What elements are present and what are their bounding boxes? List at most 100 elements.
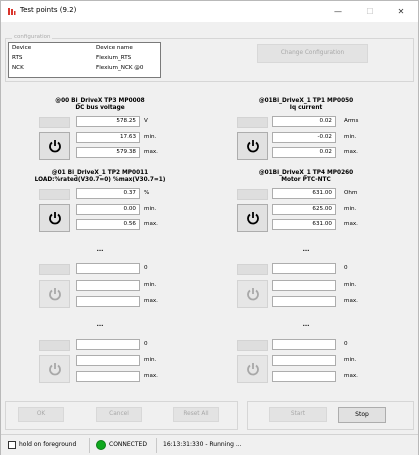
panel-4-power-button[interactable] bbox=[237, 204, 268, 232]
panel-4-title: @01Bi_DriveX_1 TP4 MP0260 bbox=[258, 170, 354, 176]
panel-2-unit: Arms bbox=[344, 118, 359, 124]
panel-7-min-label: min. bbox=[144, 357, 157, 363]
panel-3-subtitle: LOAD:%rated(V30.7=0) %max(V30.7=1) bbox=[34, 177, 166, 183]
panel-2-max-label: max. bbox=[344, 149, 358, 155]
panel-3-unit: % bbox=[144, 190, 150, 196]
panel-1-unit: V bbox=[144, 118, 148, 124]
configuration-group-label: configuration bbox=[12, 34, 53, 40]
panel-2-reset-button bbox=[237, 117, 268, 128]
panel-5-max-label: max. bbox=[144, 298, 158, 304]
panel-2-title: @01Bi_DriveX_1 TP1 MP0050 bbox=[258, 98, 354, 104]
panel-6-min-label: min. bbox=[344, 282, 357, 288]
panel-7-value bbox=[76, 339, 140, 350]
panel-5-min-label: min. bbox=[144, 282, 157, 288]
panel-7-title: ... bbox=[96, 321, 104, 328]
panel-6-title: ... bbox=[302, 246, 310, 253]
panel-1-title: @00 Bi_DriveX TP3 MP0008 bbox=[55, 98, 145, 104]
change-configuration-button: Change Configuration bbox=[257, 44, 368, 63]
panel-3-min-value: 0.00 bbox=[76, 204, 140, 215]
hold-on-foreground-checkbox[interactable] bbox=[8, 441, 16, 449]
test-points-window: Test points (9.2) — ☐ ✕ configuration De… bbox=[0, 0, 419, 455]
panel-2-value: 0.02 bbox=[272, 116, 336, 127]
panel-2-min-label: min. bbox=[344, 134, 357, 140]
device-name-cell: Flexium_NCK @0 bbox=[96, 65, 144, 71]
panel-3-power-button[interactable] bbox=[39, 204, 70, 232]
title-bar[interactable]: Test points (9.2) — ☐ ✕ bbox=[1, 1, 418, 22]
power-icon bbox=[49, 288, 61, 301]
panel-7-power-button bbox=[39, 355, 70, 383]
power-icon bbox=[247, 363, 259, 376]
status-separator bbox=[156, 438, 157, 453]
panel-3-reset-button bbox=[39, 189, 70, 200]
start-button: Start bbox=[269, 407, 327, 422]
window-title: Test points (9.2) bbox=[20, 6, 77, 14]
stop-button[interactable]: Stop bbox=[338, 407, 386, 423]
panel-1-subtitle: DC bus voltage bbox=[75, 105, 125, 111]
panel-4-unit: Ohm bbox=[344, 190, 358, 196]
hold-on-foreground-label: hold on foreground bbox=[19, 441, 77, 448]
panel-5-title: ... bbox=[96, 246, 104, 253]
panel-6-reset-button bbox=[237, 264, 268, 275]
panel-8-reset-button bbox=[237, 340, 268, 351]
panel-7-max-value bbox=[76, 371, 140, 382]
power-icon bbox=[49, 363, 61, 376]
cancel-button: Cancel bbox=[96, 407, 142, 422]
maximize-button: ☐ bbox=[366, 7, 374, 16]
panel-8-min-label: min. bbox=[344, 357, 357, 363]
panel-3-max-value: 0.56 bbox=[76, 219, 140, 230]
panel-8-value bbox=[272, 339, 336, 350]
power-icon bbox=[247, 288, 259, 301]
panel-8-max-value bbox=[272, 371, 336, 382]
ok-button: OK bbox=[18, 407, 64, 422]
device-name-column-header: Device name bbox=[96, 45, 133, 51]
device-list[interactable]: Device Device name RTS Flexium_RTS NCK F… bbox=[8, 42, 161, 78]
panel-7-reset-button bbox=[39, 340, 70, 351]
panel-5-reset-button bbox=[39, 264, 70, 275]
panel-2-max-value: 0.02 bbox=[272, 147, 336, 158]
panel-1-max-value: 579.38 bbox=[76, 147, 140, 158]
panel-6-max-label: max. bbox=[344, 298, 358, 304]
panel-7-min-value bbox=[76, 355, 140, 366]
panel-5-max-value bbox=[76, 296, 140, 307]
panel-8-power-button bbox=[237, 355, 268, 383]
device-cell: NCK bbox=[12, 65, 24, 71]
close-button[interactable]: ✕ bbox=[385, 1, 417, 22]
panel-3-title: @01 Bi_DriveX_1 TP2 MP0011 bbox=[51, 170, 149, 176]
panel-1-max-label: max. bbox=[144, 149, 158, 155]
panel-1-min-value: 17.63 bbox=[76, 132, 140, 143]
panel-4-value: 631.00 bbox=[272, 188, 336, 199]
panel-7-unit: 0 bbox=[144, 341, 148, 347]
test-points-app-icon bbox=[7, 7, 16, 16]
panel-3-value: 0.37 bbox=[76, 188, 140, 199]
panel-5-value bbox=[76, 263, 140, 274]
panel-4-subtitle: Motor PTC-NTC bbox=[281, 177, 331, 183]
power-icon bbox=[49, 212, 61, 225]
panel-1-reset-button bbox=[39, 117, 70, 128]
panel-8-title: ... bbox=[302, 321, 310, 328]
connection-status-text: CONNECTED bbox=[109, 441, 147, 448]
power-icon bbox=[49, 140, 61, 153]
power-icon bbox=[247, 140, 259, 153]
panel-2-power-button[interactable] bbox=[237, 132, 268, 160]
device-column-header: Device bbox=[12, 45, 32, 51]
status-separator bbox=[89, 438, 90, 453]
panel-5-unit: 0 bbox=[144, 265, 148, 271]
reset-all-button: Reset All bbox=[173, 407, 219, 422]
panel-1-value: 578.25 bbox=[76, 116, 140, 127]
connection-status-icon bbox=[96, 440, 106, 450]
minimize-button[interactable]: — bbox=[322, 1, 354, 22]
panel-6-unit: 0 bbox=[344, 265, 348, 271]
panel-1-power-button[interactable] bbox=[39, 132, 70, 160]
panel-5-power-button bbox=[39, 280, 70, 308]
power-icon bbox=[247, 212, 259, 225]
panel-1-min-label: min. bbox=[144, 134, 157, 140]
panel-4-max-value: 631.00 bbox=[272, 219, 336, 230]
panel-2-min-value: -0.02 bbox=[272, 132, 336, 143]
panel-3-max-label: max. bbox=[144, 221, 158, 227]
panel-7-max-label: max. bbox=[144, 373, 158, 379]
panel-4-max-label: max. bbox=[344, 221, 358, 227]
panel-8-max-label: max. bbox=[344, 373, 358, 379]
panel-6-min-value bbox=[272, 280, 336, 291]
panel-4-min-label: min. bbox=[344, 206, 357, 212]
panel-8-min-value bbox=[272, 355, 336, 366]
